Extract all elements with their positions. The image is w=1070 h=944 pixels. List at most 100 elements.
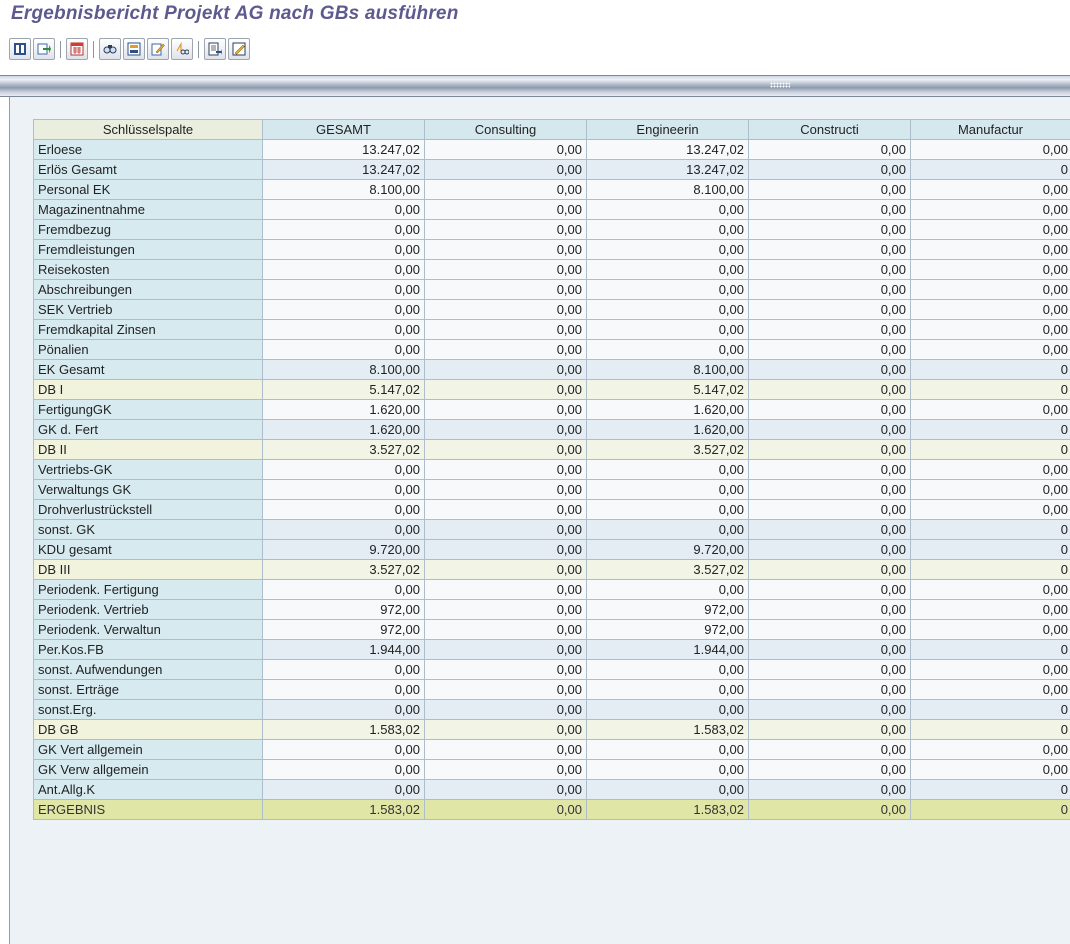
- value-cell[interactable]: 0,00: [586, 279, 749, 300]
- value-cell[interactable]: 0,00: [262, 319, 425, 340]
- value-cell[interactable]: 0,00: [748, 279, 911, 300]
- row-label-cell[interactable]: Erloese: [33, 139, 263, 160]
- value-cell[interactable]: 0,00: [262, 759, 425, 780]
- value-cell[interactable]: 0: [910, 159, 1070, 180]
- value-cell[interactable]: 0,00: [748, 559, 911, 580]
- value-cell[interactable]: 0,00: [262, 499, 425, 520]
- value-cell[interactable]: 0,00: [424, 199, 587, 220]
- value-cell[interactable]: 0,00: [424, 719, 587, 740]
- value-cell[interactable]: 0,00: [748, 539, 911, 560]
- row-label-cell[interactable]: Fremdbezug: [33, 219, 263, 240]
- value-cell[interactable]: 0,00: [748, 599, 911, 620]
- row-label-cell[interactable]: Fremdleistungen: [33, 239, 263, 260]
- row-label-cell[interactable]: Erlös Gesamt: [33, 159, 263, 180]
- value-cell[interactable]: 0,00: [262, 519, 425, 540]
- value-cell[interactable]: 0,00: [424, 659, 587, 680]
- value-cell[interactable]: 8.100,00: [586, 179, 749, 200]
- value-cell[interactable]: 3.527,02: [586, 559, 749, 580]
- column-header-manufacturing[interactable]: Manufactur: [910, 119, 1070, 140]
- value-cell[interactable]: 0,00: [424, 699, 587, 720]
- value-cell[interactable]: 0,00: [262, 239, 425, 260]
- value-cell[interactable]: 0,00: [748, 459, 911, 480]
- value-cell[interactable]: 0,00: [910, 399, 1070, 420]
- value-cell[interactable]: 0,00: [586, 259, 749, 280]
- value-cell[interactable]: 0,00: [424, 799, 587, 820]
- row-label-cell[interactable]: DB GB: [33, 719, 263, 740]
- value-cell[interactable]: 0,00: [910, 499, 1070, 520]
- value-cell[interactable]: 0,00: [748, 299, 911, 320]
- value-cell[interactable]: 1.583,02: [586, 799, 749, 820]
- value-cell[interactable]: 0,00: [424, 359, 587, 380]
- find-button[interactable]: [99, 38, 121, 60]
- value-cell[interactable]: 0,00: [748, 399, 911, 420]
- value-cell[interactable]: 0,00: [748, 419, 911, 440]
- value-cell[interactable]: 0,00: [910, 339, 1070, 360]
- row-label-cell[interactable]: Magazinentnahme: [33, 199, 263, 220]
- value-cell[interactable]: 0: [910, 719, 1070, 740]
- value-cell[interactable]: 5.147,02: [262, 379, 425, 400]
- value-cell[interactable]: 8.100,00: [262, 179, 425, 200]
- row-label-cell[interactable]: Pönalien: [33, 339, 263, 360]
- value-cell[interactable]: 0,00: [424, 259, 587, 280]
- value-cell[interactable]: 8.100,00: [586, 359, 749, 380]
- value-cell[interactable]: 0,00: [262, 679, 425, 700]
- value-cell[interactable]: 0,00: [910, 759, 1070, 780]
- value-cell[interactable]: 0: [910, 799, 1070, 820]
- row-label-cell[interactable]: sonst. GK: [33, 519, 263, 540]
- value-cell[interactable]: 0,00: [424, 379, 587, 400]
- row-label-cell[interactable]: DB III: [33, 559, 263, 580]
- row-label-cell[interactable]: sonst.Erg.: [33, 699, 263, 720]
- value-cell[interactable]: 0,00: [748, 759, 911, 780]
- value-cell[interactable]: 0,00: [910, 459, 1070, 480]
- value-cell[interactable]: 0,00: [424, 759, 587, 780]
- value-cell[interactable]: 0,00: [262, 459, 425, 480]
- value-cell[interactable]: 0,00: [910, 599, 1070, 620]
- value-cell[interactable]: 0,00: [748, 619, 911, 640]
- value-cell[interactable]: 0,00: [748, 699, 911, 720]
- value-cell[interactable]: 0,00: [424, 299, 587, 320]
- value-cell[interactable]: 0,00: [586, 199, 749, 220]
- value-cell[interactable]: 8.100,00: [262, 359, 425, 380]
- value-cell[interactable]: 0,00: [586, 579, 749, 600]
- info-button[interactable]: [9, 38, 31, 60]
- value-cell[interactable]: 0,00: [748, 519, 911, 540]
- value-cell[interactable]: 0,00: [424, 479, 587, 500]
- value-cell[interactable]: 0,00: [262, 479, 425, 500]
- value-cell[interactable]: 0,00: [262, 219, 425, 240]
- value-cell[interactable]: 0,00: [748, 719, 911, 740]
- value-cell[interactable]: 972,00: [262, 599, 425, 620]
- value-cell[interactable]: 0,00: [748, 679, 911, 700]
- value-cell[interactable]: 0,00: [586, 319, 749, 340]
- row-label-cell[interactable]: Vertriebs-GK: [33, 459, 263, 480]
- row-label-cell[interactable]: GK d. Fert: [33, 419, 263, 440]
- row-label-cell[interactable]: Per.Kos.FB: [33, 639, 263, 660]
- edit-button[interactable]: [147, 38, 169, 60]
- value-cell[interactable]: 0,00: [586, 339, 749, 360]
- value-cell[interactable]: 0,00: [910, 679, 1070, 700]
- value-cell[interactable]: 0,00: [262, 259, 425, 280]
- value-cell[interactable]: 0: [910, 439, 1070, 460]
- change-button[interactable]: [228, 38, 250, 60]
- value-cell[interactable]: 1.620,00: [262, 419, 425, 440]
- column-header-gesamt[interactable]: GESAMT: [262, 119, 425, 140]
- value-cell[interactable]: 1.620,00: [586, 399, 749, 420]
- export-button[interactable]: [204, 38, 226, 60]
- row-label-cell[interactable]: Reisekosten: [33, 259, 263, 280]
- layout-button[interactable]: [123, 38, 145, 60]
- value-cell[interactable]: 0,00: [910, 219, 1070, 240]
- value-cell[interactable]: 1.944,00: [586, 639, 749, 660]
- value-cell[interactable]: 13.247,02: [586, 139, 749, 160]
- value-cell[interactable]: 0,00: [424, 579, 587, 600]
- value-cell[interactable]: 0,00: [910, 619, 1070, 640]
- value-cell[interactable]: 0,00: [748, 179, 911, 200]
- value-cell[interactable]: 0,00: [586, 459, 749, 480]
- value-cell[interactable]: 0,00: [424, 399, 587, 420]
- value-cell[interactable]: 0,00: [586, 699, 749, 720]
- value-cell[interactable]: 0,00: [910, 579, 1070, 600]
- row-label-cell[interactable]: Periodenk. Vertrieb: [33, 599, 263, 620]
- value-cell[interactable]: 0,00: [586, 479, 749, 500]
- value-cell[interactable]: 0,00: [424, 319, 587, 340]
- value-cell[interactable]: 0,00: [910, 179, 1070, 200]
- row-label-cell[interactable]: Personal EK: [33, 179, 263, 200]
- column-header-consulting[interactable]: Consulting: [424, 119, 587, 140]
